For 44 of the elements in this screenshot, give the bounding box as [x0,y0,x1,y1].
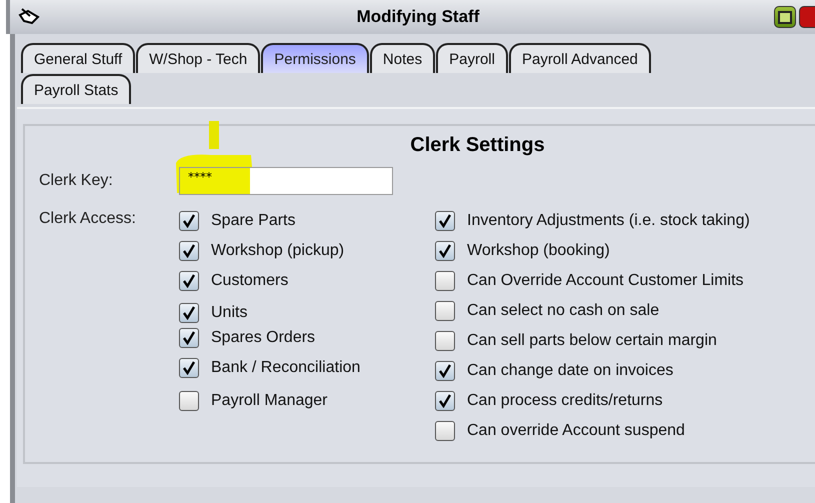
checkbox-label: Workshop (pickup) [211,242,344,260]
checkbox[interactable] [179,271,199,291]
checkbox-label: Can override Account suspend [467,422,685,440]
checkbox-label: Workshop (booking) [467,242,610,260]
tab[interactable]: Payroll Advanced [508,43,651,73]
checkbox-label: Spare Parts [211,212,296,230]
checkbox-label: Can Override Account Customer Limits [467,272,744,290]
checkbox-label: Payroll Manager [211,392,328,410]
checkbox[interactable] [179,241,199,261]
tab[interactable]: Payroll Stats [21,74,132,104]
group-title: Clerk Settings [410,134,545,156]
checkbox[interactable] [179,211,199,231]
clerk-key-field[interactable]: **** [179,167,393,195]
checkbox-label: Customers [211,272,288,290]
tab[interactable]: Notes [370,43,436,73]
checkbox[interactable] [435,271,455,291]
field-label: Clerk Key: [38,172,114,190]
checkbox-label: Can select no cash on sale [467,302,660,320]
close-button[interactable] [799,6,815,28]
checkbox-label: Can process credits/returns [467,392,663,410]
checkbox[interactable] [179,303,199,323]
tab[interactable]: Permissions [261,43,369,73]
checkbox-label: Inventory Adjustments (i.e. stock taking) [467,212,750,230]
checkbox-label: Bank / Reconciliation [211,359,360,377]
maximize-button[interactable] [774,6,796,28]
checkbox[interactable] [435,361,455,381]
checkbox[interactable] [179,358,199,378]
tab[interactable]: Payroll [436,43,508,73]
checkbox[interactable] [435,331,455,351]
checkbox-label: Spares Orders [211,328,316,346]
checkbox-label: Units [211,304,248,322]
checkbox[interactable] [435,421,455,441]
checkbox[interactable] [435,211,455,231]
checkbox[interactable] [435,391,455,411]
window-title: Modifying Staff [356,7,480,27]
checkbox[interactable] [179,391,199,411]
checkbox[interactable] [179,328,199,348]
field-label: Clerk Access: [38,209,137,228]
tab[interactable]: General Stuff [21,43,136,73]
checkbox[interactable] [435,301,455,321]
checkbox-label: Can change date on invoices [467,362,674,380]
checkbox-label: Can sell parts below certain margin [467,332,717,350]
checkbox[interactable] [435,241,455,261]
tab[interactable]: W/Shop - Tech [136,43,260,73]
